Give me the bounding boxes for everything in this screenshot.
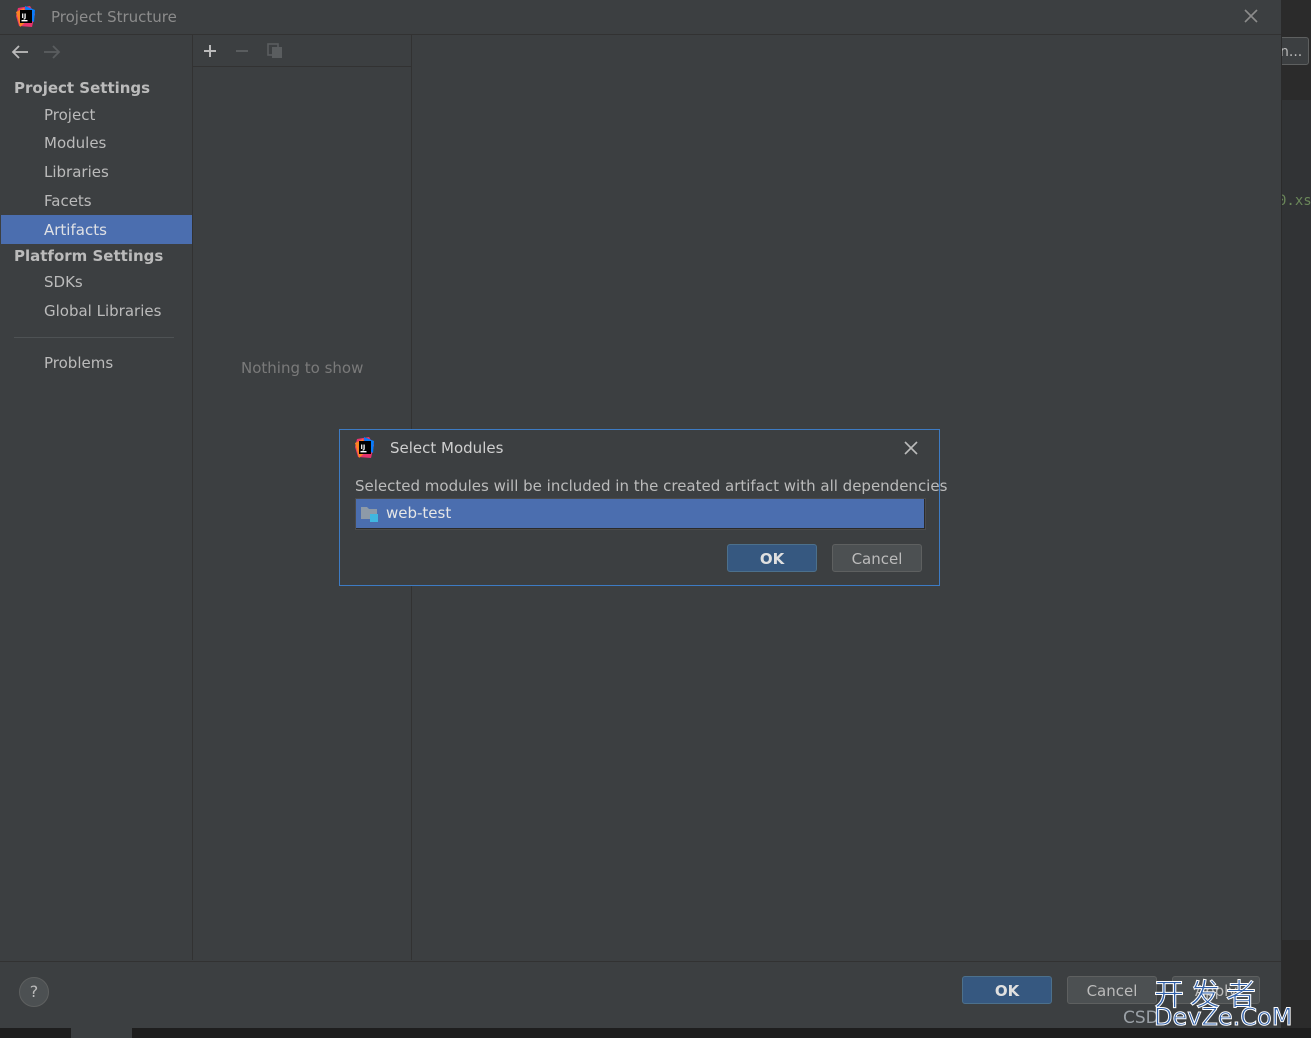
sidebar-item-modules[interactable]: Modules: [44, 134, 106, 152]
close-icon[interactable]: [1241, 6, 1261, 26]
devze-watermark-bottom: DevZe.CoM: [1153, 1003, 1293, 1032]
ok-button[interactable]: OK: [962, 976, 1052, 1004]
window-title: Project Structure: [51, 8, 177, 26]
module-name: web-test: [386, 504, 452, 522]
taskbar: [0, 1028, 1311, 1038]
forward-arrow-icon[interactable]: [42, 43, 62, 61]
sidebar-item-facets[interactable]: Facets: [44, 192, 92, 210]
background-editor-area: [1282, 100, 1311, 940]
project-settings-heading: Project Settings: [14, 79, 151, 97]
intellij-logo-icon: IJ: [355, 437, 374, 458]
add-icon[interactable]: [202, 43, 218, 59]
help-button[interactable]: ?: [19, 977, 49, 1007]
sidebar-item-global-libraries[interactable]: Global Libraries: [44, 302, 161, 320]
sidebar-item-libraries[interactable]: Libraries: [44, 163, 109, 181]
background-editor-button-label: n...: [1280, 44, 1303, 60]
back-arrow-icon[interactable]: [10, 43, 30, 61]
cancel-button[interactable]: Cancel: [1067, 976, 1157, 1004]
svg-text:IJ: IJ: [361, 443, 366, 451]
remove-icon[interactable]: [234, 43, 250, 59]
svg-text:IJ: IJ: [22, 12, 27, 20]
copy-icon[interactable]: [266, 42, 284, 60]
platform-settings-heading: Platform Settings: [14, 247, 164, 265]
taskbar-tab[interactable]: [71, 1028, 132, 1038]
sidebar-item-problems[interactable]: Problems: [44, 354, 113, 372]
sidebar-item-project[interactable]: Project: [44, 106, 95, 124]
empty-state-text: Nothing to show: [241, 359, 364, 377]
modal-title: Select Modules: [390, 439, 504, 457]
sidebar-item-artifacts[interactable]: Artifacts: [44, 221, 107, 239]
sidebar-divider: [14, 337, 174, 338]
modal-description: Selected modules will be included in the…: [355, 477, 948, 495]
ok-button[interactable]: OK: [727, 544, 817, 572]
module-folder-icon: [361, 507, 378, 522]
intellij-logo-icon: IJ: [16, 6, 35, 27]
title-bar: [0, 0, 1281, 35]
close-icon[interactable]: [902, 439, 920, 457]
sidebar-item-sdks[interactable]: SDKs: [44, 273, 83, 291]
cancel-button[interactable]: Cancel: [832, 544, 922, 572]
background-editor-button[interactable]: n...: [1279, 37, 1309, 65]
background-code-snippet: 0.xs: [1278, 193, 1311, 209]
artifacts-toolbar: [193, 35, 411, 67]
